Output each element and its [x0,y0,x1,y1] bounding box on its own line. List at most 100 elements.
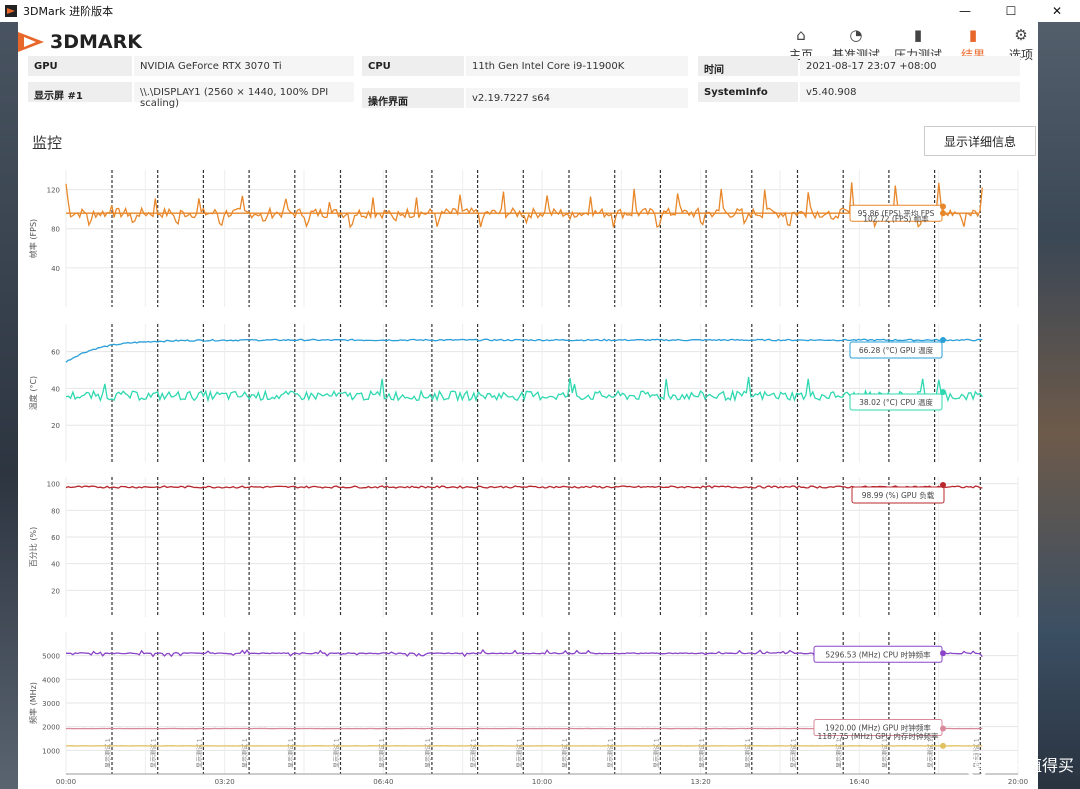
series-value-label: 38.02 (°C) CPU 温度 [859,397,933,407]
home-icon: ⌂ [796,26,806,44]
monitoring-chart: 4080120帧率 (FPS)95.86 (FPS) 平均 FPS102.72 … [28,170,1028,786]
test-marker-label: 显示测试 1 [927,738,935,768]
info-key: SystemInfo [698,82,798,102]
y-tick-label: 5000 [42,653,60,661]
series-end-dot [940,742,946,749]
logo: 3DMARK [18,28,142,56]
y-axis-label: 温度 (°C) [28,376,38,410]
show-details-button[interactable]: 显示详细信息 [924,126,1036,156]
system-info-grid: GPU NVIDIA GeForce RTX 3070 Ti CPU 11th … [28,56,1028,110]
series-end-dot [940,337,946,344]
watermark-text: 什么值得买 [993,756,1074,775]
test-marker-label: 显示测试 1 [424,738,432,768]
series-value-label: 66.28 (°C) GPU 温度 [859,345,934,355]
test-marker-label: 显示测试 1 [835,738,843,768]
info-row-1: GPU NVIDIA GeForce RTX 3070 Ti CPU 11th … [28,56,1020,76]
y-tick-label: 3000 [42,700,60,708]
y-tick-label: 20 [51,587,60,595]
series-line [65,485,983,489]
results-icon: ▮ [968,26,978,44]
info-value: 2021-08-17 23:07 +08:00 [800,56,1020,76]
info-key: GPU [28,56,132,76]
test-marker-label: 显示测试 1 [287,738,295,768]
watermark-logo-icon: 值 [963,751,990,777]
info-key: 显示屏 #1 [28,82,132,102]
gear-icon: ⚙ [1014,26,1028,44]
test-marker-label: 显示测试 1 [104,738,112,768]
info-value: NVIDIA GeForce RTX 3070 Ti [134,56,354,76]
test-marker-label: 显示测试 1 [698,738,706,768]
y-tick-label: 40 [51,561,60,569]
y-axis-label: 频率 (MHz) [28,682,38,724]
x-tick-label: 03:20 [215,778,235,786]
info-value: \\.\DISPLAY1 (2560 × 1440, 100% DPI scal… [134,82,354,109]
watermark: 值 什么值得买 [963,751,1074,777]
monitor-title: 监控 [32,134,63,152]
info-value: v2.19.7227 s64 [466,88,688,108]
gauge-icon: ◔ [849,26,863,44]
x-tick-label: 10:00 [532,778,552,786]
y-tick-label: 20 [51,422,60,430]
test-marker-label: 显示测试 1 [241,738,249,768]
series-end-dot [940,203,946,210]
series-value-label: 5296.53 (MHz) CPU 时钟频率 [825,649,931,659]
test-marker-label: 显示测试 1 [378,738,386,768]
maximize-button[interactable]: ☐ [988,0,1034,22]
y-tick-label: 40 [51,385,60,393]
test-marker-label: 显示测试 1 [470,738,478,768]
x-tick-label: 20:00 [1008,778,1028,786]
logo-text: 3DMARK [50,31,142,53]
y-tick-label: 4000 [42,676,60,684]
series-value-label: 98.99 (%) GPU 负载 [862,490,935,500]
y-tick-label: 100 [47,481,60,489]
test-marker-label: 显示测试 1 [561,738,569,768]
series-end-dot [940,725,946,732]
series-end-dot [940,210,946,217]
info-key: CPU [362,56,464,76]
test-marker-label: 显示测试 1 [515,738,523,768]
y-tick-label: 40 [51,265,60,273]
y-tick-label: 60 [51,349,60,357]
test-marker-label: 显示测试 1 [790,738,798,768]
title-bar: 3DMark 进阶版本 — ☐ ✕ [0,0,1080,22]
bars-icon: ▮ [913,26,923,44]
y-tick-label: 120 [47,187,60,195]
test-marker-label: 显示测试 1 [150,738,158,768]
window-title: 3DMark 进阶版本 [23,5,114,18]
y-tick-label: 80 [51,226,60,234]
test-marker-label: 显示测试 1 [607,738,615,768]
app-icon [5,5,17,17]
test-marker-label: 显示测试 1 [744,738,752,768]
y-axis-label: 帧率 (FPS) [28,219,38,258]
series-value-label: 102.72 (FPS) 帧率 [863,213,929,223]
x-tick-label: 16:40 [849,778,869,786]
app-window: 3DMARK ⌂ 主页 ◔ 基准测试 ▮ 压力测试 ▮ 结果 ⚙ 选项 GPU NVIDIA Ge… [18,22,1038,789]
info-key: 时间 [698,56,798,76]
series-end-dot [940,650,946,657]
series-end-dot [940,482,946,489]
series-value-label: 1187.75 (MHz) GPU 内存时钟频率 [818,731,939,741]
y-tick-label: 1000 [42,747,60,755]
info-row-2: 显示屏 #1 \\.\DISPLAY1 (2560 × 1440, 100% D… [28,82,1020,109]
y-tick-label: 60 [51,534,60,542]
info-value: v5.40.908 [800,82,1020,102]
x-tick-label: 00:00 [56,778,76,786]
desktop-background-left [0,0,18,789]
test-marker-label: 显示测试 1 [333,738,341,768]
window-controls: — ☐ ✕ [942,0,1080,22]
y-tick-label: 2000 [42,724,60,732]
test-marker-label: 显示测试 1 [652,738,660,768]
series-end-dot [940,389,946,396]
logo-mark-icon [18,28,48,56]
test-marker-label: 显示测试 1 [881,738,889,768]
y-axis-label: 百分比 (%) [28,527,38,567]
close-button[interactable]: ✕ [1034,0,1080,22]
x-tick-label: 06:40 [373,778,393,786]
desktop-background-right [1038,0,1080,789]
info-value: 11th Gen Intel Core i9-11900K [466,56,688,76]
info-key: 操作界面 [362,88,464,108]
x-tick-label: 13:20 [691,778,711,786]
minimize-button[interactable]: — [942,0,988,22]
test-marker-label: 显示测试 1 [195,738,203,768]
y-tick-label: 80 [51,507,60,515]
